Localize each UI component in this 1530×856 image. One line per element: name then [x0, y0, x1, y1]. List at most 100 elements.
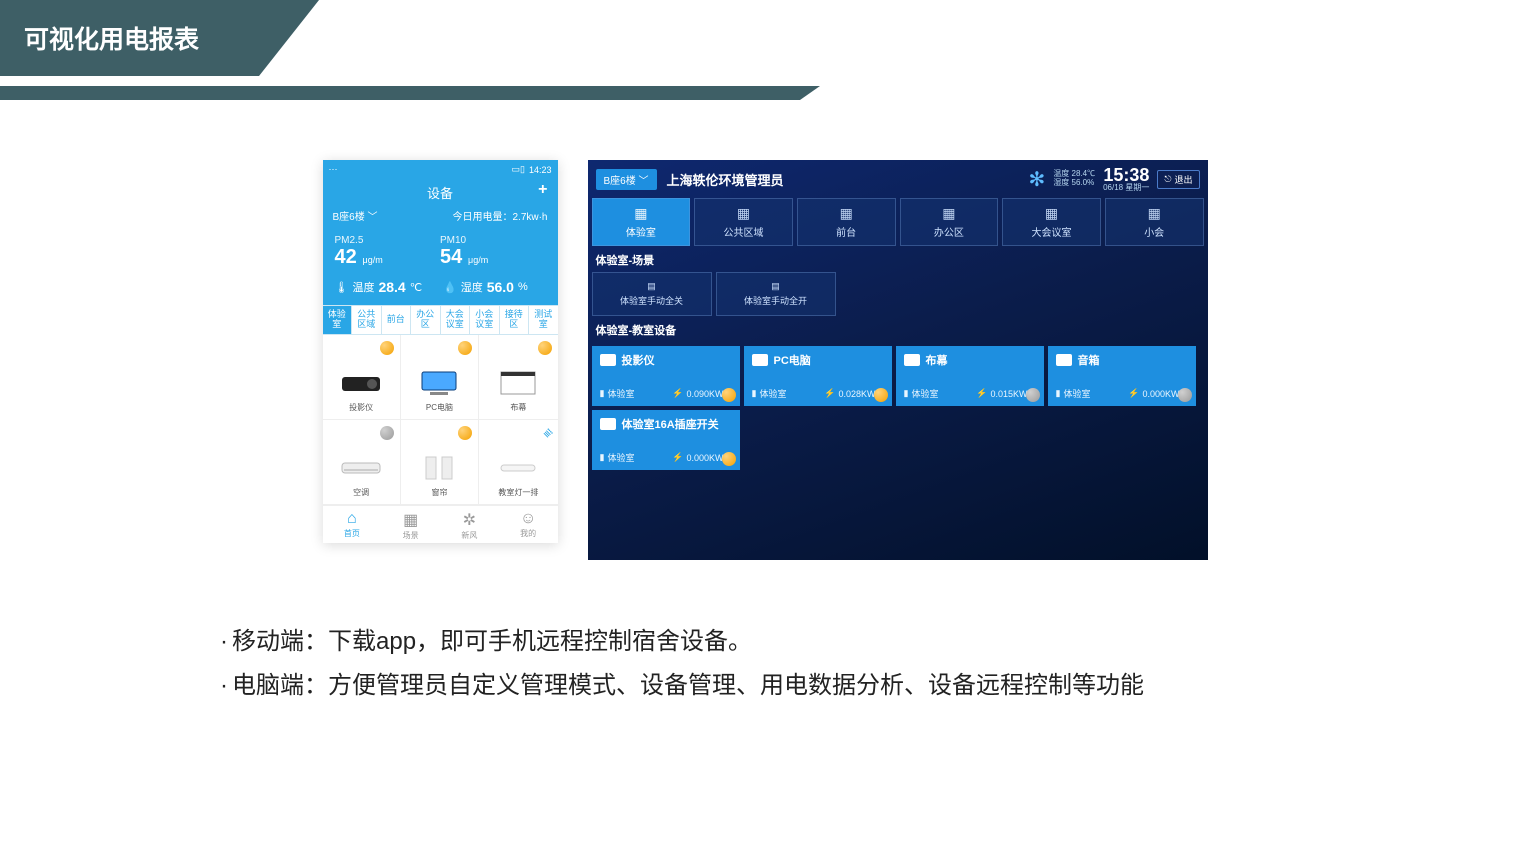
bullet-dot-icon: · [220, 620, 228, 664]
mobile-status-left: ⋯ [329, 164, 338, 175]
battery-icon: ▭▯ [512, 164, 525, 175]
scene-row: ▤体验室手动全关▤体验室手动全开 [588, 272, 1208, 316]
bullet-item: · 电脑端：方便管理员自定义管理模式、设备管理、用电数据分析、设备远程控制等功能 [220, 664, 1530, 708]
device-room: ▮体验室 [600, 451, 635, 464]
device-card[interactable]: 空调 [323, 420, 401, 505]
thermometer-icon: 🌡 [335, 281, 349, 294]
desktop-date-value: 06/18 星期一 [1103, 184, 1149, 192]
bullet-text: 电脑端：方便管理员自定义管理模式、设备管理、用电数据分析、设备远程控制等功能 [232, 664, 1144, 708]
temperature-label: 温度 [352, 279, 374, 295]
desktop-location-dropdown[interactable]: B座6楼 ﹀ [596, 169, 657, 190]
pm25-block: PM2.5 42 μg/m [335, 235, 441, 269]
mobile-nav-item[interactable]: ✲新风 [440, 510, 499, 541]
room-icon: ▦ [942, 205, 955, 222]
mobile-location-dropdown[interactable]: B座6楼 ﹀ [333, 208, 378, 223]
mobile-titlebar: 设备 + [323, 179, 558, 208]
device-card[interactable]: PC电脑 [401, 335, 479, 420]
nav-label: 场景 [403, 531, 419, 540]
humidity-label: 湿度 [461, 279, 483, 295]
logout-button[interactable]: ⎋ 退出 [1157, 170, 1199, 189]
desktop-nav-card[interactable]: ▦大会议室 [1002, 198, 1101, 246]
device-icon [904, 354, 920, 366]
nav-icon: ⌂ [323, 510, 382, 528]
mobile-tab[interactable]: 大会议室 [441, 306, 471, 334]
mobile-nav-item[interactable]: ☺我的 [499, 510, 558, 541]
pm10-label: PM10 [440, 235, 546, 246]
device-label: PC电脑 [426, 402, 453, 413]
power-status-badge [722, 388, 736, 402]
desktop-device-card[interactable]: 投影仪▮体验室⚡0.090KW·h [592, 346, 740, 406]
device-card[interactable]: 投影仪 [323, 335, 401, 420]
power-status-badge [874, 388, 888, 402]
desktop-nav-card[interactable]: ▦公共区域 [694, 198, 793, 246]
room-label: 前台 [836, 224, 856, 239]
mobile-tab[interactable]: 接待区 [500, 306, 530, 334]
desktop-time-value: 15:38 [1103, 166, 1149, 184]
scene-card[interactable]: ▤体验室手动全开 [716, 272, 836, 316]
mobile-device-grid: 投影仪 PC电脑 布幕空调窗帘⩸教室灯一排 [323, 335, 558, 505]
desktop-nav-card[interactable]: ▦前台 [797, 198, 896, 246]
desktop-app-title: 上海轶伦环境管理员 [667, 170, 784, 189]
daily-usage-label: 今日用电量：2.7kw·h [452, 208, 547, 223]
bolt-icon: ⚡ [672, 452, 683, 463]
nav-icon: ☺ [499, 510, 558, 528]
mobile-nav-item[interactable]: ⌂首页 [323, 510, 382, 541]
power-status-badge [380, 426, 394, 440]
mobile-tab[interactable]: 前台 [382, 306, 412, 334]
folder-icon: ▮ [1056, 388, 1061, 399]
folder-icon: ▮ [600, 388, 605, 399]
desktop-app-screenshot: B座6楼 ﹀ 上海轶伦环境管理员 ✻ 温度 28.4℃ 湿度 56.0% 15:… [588, 160, 1208, 560]
desktop-device-grid: 投影仪▮体验室⚡0.090KW·hPC电脑▮体验室⚡0.028KW·h布幕▮体验… [588, 342, 1208, 474]
desktop-nav-card[interactable]: ▦办公区 [900, 198, 999, 246]
mobile-clock: 14:23 [529, 165, 552, 175]
device-name: 投影仪 [622, 352, 655, 368]
mobile-tab[interactable]: 办公区 [411, 306, 441, 334]
device-card[interactable]: 布幕 [479, 335, 557, 420]
room-label: 体验室 [626, 224, 656, 239]
mobile-nav-item[interactable]: ▦场景 [381, 510, 440, 541]
pm25-value: 42 [335, 246, 357, 268]
device-room: ▮体验室 [752, 387, 787, 400]
desktop-device-card[interactable]: PC电脑▮体验室⚡0.028KW·h [744, 346, 892, 406]
slide-title-underline [0, 86, 820, 100]
device-icon [1056, 354, 1072, 366]
power-status-badge [458, 341, 472, 355]
desktop-topbar: B座6楼 ﹀ 上海轶伦环境管理员 ✻ 温度 28.4℃ 湿度 56.0% 15:… [588, 160, 1208, 198]
add-device-button[interactable]: + [538, 181, 547, 199]
room-icon: ▦ [634, 205, 647, 222]
chevron-down-icon: ﹀ [368, 212, 378, 223]
nav-label: 首页 [344, 529, 360, 538]
mobile-tab[interactable]: 小会议室 [470, 306, 500, 334]
humidity-value: 56.0 [487, 279, 514, 295]
scene-icon: ▤ [771, 281, 780, 292]
scene-section-label: 体验室-场景 [588, 246, 1208, 272]
mobile-room-tabs: 体验室公共区域前台办公区大会议室小会议室接待区测试室 [323, 305, 558, 335]
power-status-badge [538, 341, 552, 355]
desktop-nav-card[interactable]: ▦ 体验室 [592, 198, 691, 246]
slide-title: 可视化用电报表 [0, 0, 319, 76]
power-status-badge [380, 341, 394, 355]
desktop-device-card[interactable]: 体验室16A插座开关▮体验室⚡0.000KW·h [592, 410, 740, 470]
logout-icon: ⎋ [1164, 174, 1171, 185]
nav-icon: ✲ [440, 510, 499, 530]
desktop-device-card[interactable]: 音箱▮体验室⚡0.000KW·h [1048, 346, 1196, 406]
nav-label: 新风 [461, 531, 477, 540]
screenshot-row: ⋯ ▭▯ 14:23 设备 + B座6楼 ﹀ 今日用电量：2.7kw·h PM [0, 100, 1530, 560]
bolt-icon: ⚡ [976, 388, 987, 399]
humidity-unit: % [518, 281, 528, 293]
pm10-value: 54 [440, 246, 462, 268]
scene-card[interactable]: ▤体验室手动全关 [592, 272, 712, 316]
device-card[interactable]: 窗帘 [401, 420, 479, 505]
device-card[interactable]: ⩸教室灯一排 [479, 420, 557, 505]
power-status-badge [1178, 388, 1192, 402]
scene-label: 体验室手动全关 [620, 294, 683, 307]
device-name: PC电脑 [774, 352, 811, 368]
desktop-nav-card[interactable]: ▦小会 [1105, 198, 1204, 246]
temperature-unit: ℃ [410, 281, 422, 294]
mobile-tab[interactable]: 公共区域 [352, 306, 382, 334]
mobile-location-label: B座6楼 [333, 212, 365, 223]
desktop-device-card[interactable]: 布幕▮体验室⚡0.015KW·h [896, 346, 1044, 406]
mobile-tab[interactable]: 测试室 [529, 306, 558, 334]
power-status-badge [458, 426, 472, 440]
mobile-tab[interactable]: 体验室 [323, 306, 353, 334]
